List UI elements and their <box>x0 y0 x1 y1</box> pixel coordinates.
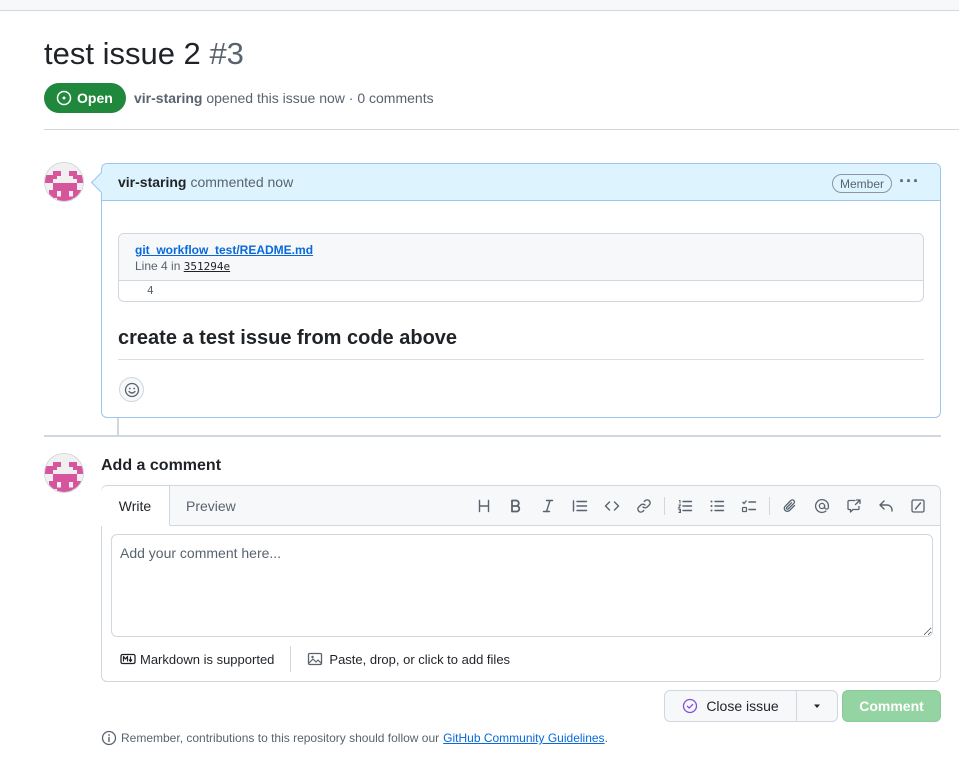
comment-timestamp[interactable]: commented now <box>190 174 293 190</box>
comment-author-link[interactable]: vir-staring <box>118 174 186 190</box>
issue-meta-text: opened this issue now · 0 comments <box>206 90 434 106</box>
avatar[interactable] <box>44 162 84 202</box>
comment-editor: Write Preview Add your comment here... M… <box>101 485 941 682</box>
permalink-line-prefix: Line 4 in <box>135 259 181 273</box>
task-list-icon[interactable] <box>733 494 765 518</box>
editor-tabs: Write Preview <box>101 486 940 526</box>
community-guidelines-note: Remember, contributions to this reposito… <box>101 730 608 746</box>
issue-author-link[interactable]: vir-staring <box>134 90 202 106</box>
code-line-number: 4 <box>147 284 154 297</box>
guidelines-text: Remember, contributions to this reposito… <box>121 731 440 745</box>
identicon <box>45 163 83 201</box>
permalink-header: git_workflow_test/README.md Line 4 in 35… <box>119 234 923 281</box>
triangle-down-icon <box>814 704 820 708</box>
ordered-list-icon[interactable] <box>669 494 701 518</box>
heading-icon[interactable] <box>468 494 500 518</box>
issue-opened-icon <box>56 90 72 106</box>
image-icon <box>308 652 323 666</box>
issue-number: #3 <box>209 36 244 71</box>
add-comment-heading: Add a comment <box>101 457 222 474</box>
issue-meta: vir-staring opened this issue now · 0 co… <box>134 90 434 106</box>
code-icon[interactable] <box>596 494 628 518</box>
slash-command-icon[interactable] <box>902 494 934 518</box>
cross-reference-icon[interactable] <box>838 494 870 518</box>
community-guidelines-link[interactable]: GitHub Community Guidelines <box>443 731 604 745</box>
header-divider <box>44 129 959 130</box>
bold-icon[interactable] <box>500 494 532 518</box>
close-issue-button-group: Close issue <box>664 690 838 722</box>
toolbar-separator <box>769 497 770 515</box>
issue-title-text: test issue 2 <box>44 36 201 71</box>
comment-header: vir-staring commented now Member ··· <box>102 164 940 201</box>
add-reaction-button[interactable] <box>119 377 144 402</box>
issue-closed-icon <box>683 698 698 714</box>
markdown-icon <box>120 653 136 665</box>
timeline-connector <box>117 418 119 435</box>
attach-files-button[interactable]: Paste, drop, or click to add files <box>291 651 510 667</box>
toolbar-separator <box>664 497 665 515</box>
permalink-file-link[interactable]: git_workflow_test/README.md <box>135 242 907 258</box>
code-permalink: git_workflow_test/README.md Line 4 in 35… <box>118 233 924 302</box>
commit-sha-link[interactable]: 351294e <box>184 260 230 273</box>
info-icon <box>101 730 117 746</box>
tab-preview[interactable]: Preview <box>186 486 236 526</box>
comment-body-rule <box>118 359 924 360</box>
permalink-line-info: Line 4 in 351294e <box>135 258 907 275</box>
quote-icon[interactable] <box>564 494 596 518</box>
comment-textarea[interactable] <box>111 534 933 637</box>
issue-state-label: Open <box>77 90 113 106</box>
issue-comment: vir-staring commented now Member ··· git… <box>101 163 941 418</box>
attach-hint-text: Paste, drop, or click to add files <box>329 651 511 667</box>
comment-submit-button[interactable]: Comment <box>842 690 941 722</box>
editor-footer: Markdown is supported Paste, drop, or cl… <box>102 644 940 674</box>
timeline-end-divider <box>44 435 941 437</box>
comment-body-heading: create a test issue from code above <box>118 327 458 349</box>
markdown-toolbar <box>468 494 934 518</box>
smiley-icon <box>124 382 139 397</box>
guidelines-period: . <box>604 731 608 745</box>
member-badge: Member <box>831 174 892 193</box>
issue-state-badge: Open <box>44 83 126 113</box>
kebab-horizontal-icon[interactable]: ··· <box>899 171 920 191</box>
italic-icon[interactable] <box>532 494 564 518</box>
top-bar <box>0 0 959 11</box>
close-issue-button[interactable]: Close issue <box>665 691 797 721</box>
close-issue-options-button[interactable] <box>797 691 837 721</box>
identicon <box>45 454 83 492</box>
attach-icon[interactable] <box>774 494 806 518</box>
markdown-supported-link[interactable]: Markdown is supported <box>102 646 292 672</box>
mention-icon[interactable] <box>806 494 838 518</box>
markdown-hint-text: Markdown is supported <box>140 651 275 667</box>
tab-write[interactable]: Write <box>101 486 170 526</box>
unordered-list-icon[interactable] <box>701 494 733 518</box>
reply-icon[interactable] <box>870 494 902 518</box>
issue-title: test issue 2 #3 <box>44 36 244 72</box>
link-icon[interactable] <box>628 494 660 518</box>
avatar[interactable] <box>44 453 84 493</box>
close-issue-label: Close issue <box>706 698 779 714</box>
